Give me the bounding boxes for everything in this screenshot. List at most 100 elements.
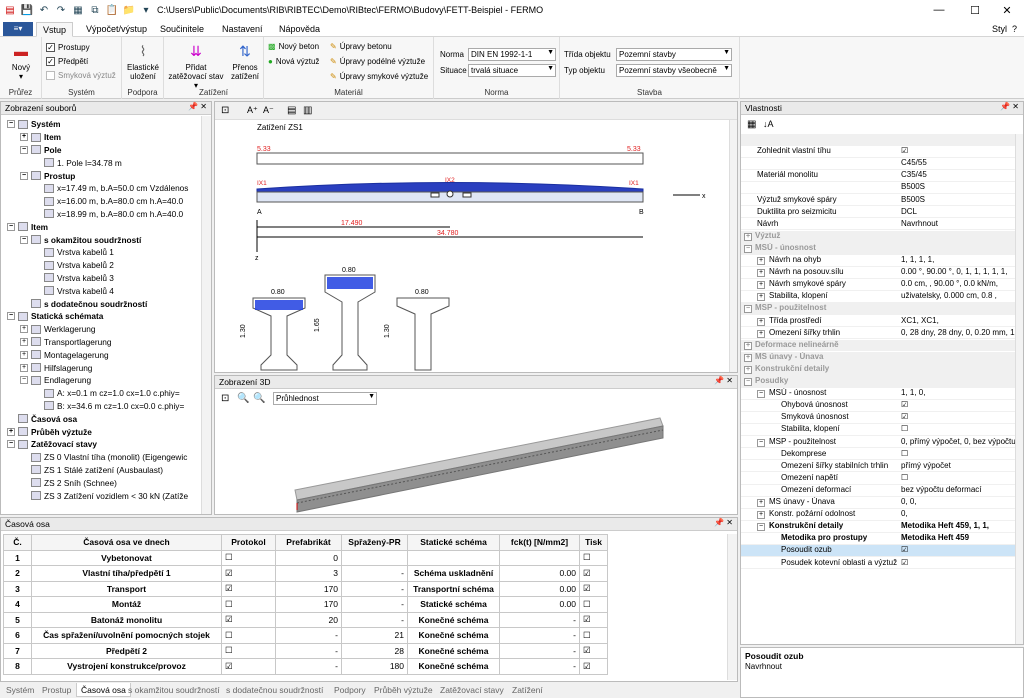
table-row[interactable]: 1 Vybetonovat ☐ 0 ☐ — [3, 549, 608, 566]
table-cell[interactable]: Transportní schéma — [407, 580, 500, 597]
property-row[interactable]: − MSP - použitelnost — [741, 303, 1017, 316]
table-cell[interactable]: ☑ — [221, 580, 276, 597]
collapse-icon[interactable]: − — [7, 312, 15, 321]
elasticke-ulozeni-button[interactable]: ⌇ Elastické uložení — [124, 41, 162, 82]
expand-icon[interactable]: + — [744, 365, 752, 374]
smykova-checkbox[interactable] — [46, 71, 55, 80]
collapse-icon[interactable]: − — [7, 440, 15, 449]
zoom-in-icon[interactable]: 🔍 — [237, 393, 249, 404]
property-row[interactable]: − MSP - použitelnost 0, přímý výpočet, 0, … — [741, 437, 1017, 449]
table-cell[interactable]: ☐ — [221, 642, 276, 659]
pin-icon[interactable]: 📌 ✕ — [714, 518, 733, 527]
collapse-icon[interactable]: − — [7, 120, 15, 129]
column-header[interactable]: fck(t) [N/mm2] — [499, 534, 580, 551]
table-cell[interactable]: ☐ — [221, 596, 276, 613]
bottom-tab[interactable]: Podpory — [330, 683, 370, 697]
property-value[interactable]: ☐ — [901, 473, 1015, 482]
collapse-icon[interactable]: − — [744, 378, 752, 386]
expand-icon[interactable]: + — [744, 341, 752, 350]
property-row[interactable]: − MSÚ - únosnost 1, 1, 0, — [741, 388, 1017, 400]
grid-icon[interactable]: ▦ — [71, 3, 85, 17]
dropdown-icon[interactable]: ▾ — [139, 3, 153, 17]
expand-icon[interactable]: + — [757, 281, 765, 290]
tree-item[interactable]: − Pole — [20, 144, 62, 157]
property-row[interactable]: Metodika pro prostupy Metodika Heft 459 — [741, 533, 1017, 546]
table-cell[interactable]: ☑ — [579, 611, 608, 628]
add-load-case-button[interactable]: ⇊ Přidat zatěžovací stav ▾ — [166, 41, 226, 91]
property-value[interactable]: C35/45 — [901, 170, 1015, 179]
property-row[interactable]: Návrh Navrhnout — [741, 219, 1017, 231]
table-cell[interactable]: Schéma uskladnění — [407, 565, 500, 582]
table-cell[interactable]: ☐ — [579, 627, 608, 644]
edit-shear-reinf-button[interactable]: ✎ Úpravy smykové výztuže — [330, 72, 428, 81]
table-cell[interactable]: ☑ — [221, 611, 276, 628]
expand-icon[interactable]: + — [757, 269, 765, 278]
pin-icon[interactable]: 📌 ✕ — [188, 102, 207, 111]
folder-icon[interactable]: 📁 — [122, 3, 136, 17]
table-cell[interactable]: ☑ — [579, 580, 608, 597]
property-value[interactable]: 0, 28 dny, 28 dny, 0, 0.20 mm, 1,... — [901, 328, 1015, 337]
property-row[interactable]: − Konstrukční detaily Metodika Heft 459, 1… — [741, 521, 1017, 533]
property-value[interactable]: ☐ — [901, 424, 1015, 433]
property-row[interactable] — [741, 134, 1017, 146]
property-value[interactable]: DCL — [901, 207, 1015, 216]
collapse-icon[interactable]: − — [7, 222, 15, 231]
expand-icon[interactable]: + — [7, 427, 15, 436]
table-cell[interactable]: Konečné schéma — [407, 658, 500, 675]
property-row[interactable]: Omezení deformací bez výpočtu deformací — [741, 485, 1017, 497]
table-row[interactable]: 7 Předpětí 2 ☐ -28 Konečné schéma - ☑ — [3, 642, 608, 659]
view3d-mode-select[interactable]: Průhlednost ▼ — [273, 392, 377, 405]
column-header[interactable]: Č. — [3, 534, 32, 551]
property-value[interactable]: Metodika Heft 459 — [901, 533, 1015, 542]
tree-item[interactable]: + Hilfslagerung — [20, 361, 92, 374]
maximize-button[interactable]: ☐ — [958, 0, 992, 20]
bottom-tab[interactable]: Prostup — [38, 683, 75, 697]
tree-item[interactable]: Časová osa — [7, 412, 77, 425]
table-cell[interactable]: Konečné schéma — [407, 642, 500, 659]
property-row[interactable]: + MS únavy - Únava — [741, 351, 1017, 364]
tree-item[interactable]: ZS 3 Zatížení vozidlem < 30 kN (Zatíže — [20, 489, 188, 502]
property-row[interactable]: + Návrh na posouv.sílu 0.00 °, 90.00 °, 0,… — [741, 267, 1017, 279]
tree-item[interactable]: − Systém — [7, 118, 61, 131]
property-value[interactable]: 0.00 °, 90.00 °, 0, 1, 1, 1, 1, 1, — [901, 267, 1015, 276]
expand-icon[interactable]: + — [744, 353, 752, 362]
table-cell[interactable]: Statické schéma — [407, 596, 500, 613]
collapse-icon[interactable]: − — [20, 171, 28, 180]
expand-icon[interactable]: + — [757, 511, 765, 520]
property-row[interactable]: + Výztuž — [741, 230, 1017, 243]
property-value[interactable]: přímý výpočet — [901, 461, 1015, 470]
zoom-out-icon[interactable]: 🔍 — [253, 393, 265, 404]
table-cell[interactable]: ☑ — [221, 565, 276, 582]
property-row[interactable]: + Návrh smykové spáry 0.0 cm, , 90.00 °, 0… — [741, 279, 1017, 291]
bottom-tab[interactable]: Zatížení — [508, 683, 547, 697]
tree-item[interactable]: Vrstva kabelů 2 — [33, 259, 114, 272]
property-row[interactable]: Omezení napětí ☐ — [741, 473, 1017, 485]
collapse-icon[interactable]: − — [744, 305, 752, 314]
pin-icon[interactable]: 📌 ✕ — [1000, 102, 1019, 111]
redo-icon[interactable]: ↷ — [54, 3, 68, 17]
property-value[interactable]: ☑ — [901, 400, 1015, 409]
table-cell[interactable]: ☐ — [579, 549, 608, 566]
tab-soucinitele[interactable]: Součinitele — [154, 22, 210, 37]
tree-item[interactable]: − Item — [7, 220, 48, 233]
collapse-icon[interactable]: − — [744, 244, 752, 253]
property-row[interactable]: Ohybová únosnost ☑ — [741, 400, 1017, 412]
property-value[interactable]: B500S — [901, 195, 1015, 204]
property-value[interactable]: XC1, XC1, — [901, 316, 1015, 325]
table-row[interactable]: 4 Montáž ☐ 170- Statické schéma 0.00 ☐ — [3, 596, 608, 613]
tab-napoveda[interactable]: Nápověda — [273, 22, 326, 37]
tree-item[interactable]: + Transportlagerung — [20, 336, 112, 349]
bottom-tab[interactable]: Systém — [2, 683, 38, 697]
table-cell[interactable]: ☐ — [221, 627, 276, 644]
property-value[interactable]: C45/55 — [901, 158, 1015, 167]
norma-select[interactable]: DIN EN 1992-1-1 ▼ — [468, 48, 556, 61]
tree-item[interactable]: − Zatěžovací stavy — [7, 438, 97, 451]
property-value[interactable]: ☑ — [901, 545, 1015, 554]
expand-icon[interactable]: + — [20, 337, 28, 346]
edit-concrete-button[interactable]: ✎ Úpravy betonu — [330, 42, 392, 51]
bottom-tab[interactable]: Průběh výztuže — [370, 683, 437, 697]
tab-vstup[interactable]: Vstup — [36, 22, 74, 37]
tree-item[interactable]: + Průběh výztuže — [7, 425, 92, 438]
bottom-tab[interactable]: Časová osa — [76, 683, 131, 697]
prostupy-toggle[interactable]: ✓ Prostupy — [46, 43, 90, 52]
